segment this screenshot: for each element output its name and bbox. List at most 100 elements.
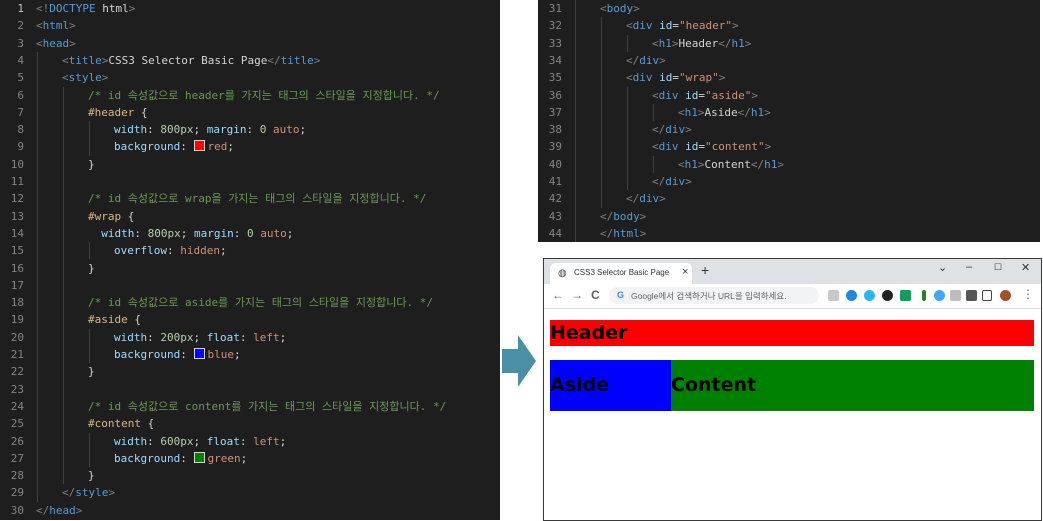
code-token: : [166, 244, 181, 258]
line-number: 25 [10, 417, 24, 431]
line-number: 14 [10, 226, 24, 240]
aside-block: Aside [550, 360, 671, 411]
code-line: 23 [0, 381, 36, 398]
browser-tab-bar: ◍ CSS3 Selector Basic Page × + ⌄ – ☐ ✕ [544, 259, 1041, 284]
code-token: > [69, 19, 76, 33]
code-text: /* id 속성값으로 wrap을 가지는 태그의 스타일을 지정합니다. */ [36, 190, 426, 207]
code-token: ; [193, 330, 207, 344]
line-number: 24 [10, 399, 24, 413]
code-text: #wrap { [36, 208, 134, 225]
code-token: </ [718, 36, 732, 50]
code-line: 29 </style> [0, 484, 115, 501]
tab-close-icon[interactable]: × [682, 266, 688, 278]
puzzle-icon[interactable] [966, 290, 977, 301]
code-token: : [246, 123, 260, 137]
code-token: ; [286, 226, 294, 240]
extension-icon[interactable] [828, 290, 839, 301]
avatar[interactable] [1000, 290, 1011, 301]
code-token: div [632, 19, 653, 33]
color-swatch-icon[interactable] [194, 451, 206, 463]
code-token: margin [206, 123, 247, 137]
side-panel-icon[interactable] [982, 290, 992, 301]
back-icon[interactable]: ← [552, 288, 564, 302]
color-swatch-icon[interactable] [194, 140, 206, 152]
line-number: 32 [548, 19, 562, 33]
indent-guide [627, 34, 628, 52]
code-token: } [88, 157, 95, 171]
code-token: "wrap" [679, 71, 719, 85]
code-text: background: red; [36, 138, 234, 155]
code-token: > [744, 36, 752, 50]
code-token: html [95, 2, 129, 15]
new-tab-button[interactable]: + [701, 263, 709, 277]
line-number: 20 [10, 330, 24, 344]
code-line: 24 /* id 속성값으로 content를 가지는 태그의 스타일을 지정합니… [0, 398, 446, 415]
code-editor-body-section[interactable]: 31 <body> 32 <div id="header"> 33 <h1>Header<… [538, 0, 1040, 242]
code-token: ; [193, 434, 207, 448]
code-text: width: 600px; float: left; [36, 433, 286, 450]
more-menu-icon[interactable]: ⋮ [1022, 287, 1034, 301]
cloud-extension-icon[interactable] [846, 290, 857, 301]
line-number: 35 [548, 71, 562, 85]
right-arrow-icon [502, 335, 536, 387]
header-block: Header [550, 320, 1034, 346]
color-swatch-icon[interactable] [194, 348, 206, 359]
code-text: } [36, 467, 95, 484]
cloud-extension-icon[interactable] [864, 290, 875, 301]
code-line: 39 <div id="content"> [538, 138, 771, 155]
code-token: < [652, 88, 659, 102]
maximize-icon[interactable]: ☐ [994, 262, 1002, 273]
code-text: <html> [36, 17, 76, 34]
code-token: Aside [704, 105, 738, 119]
code-text: </div> [574, 173, 692, 190]
code-line: 14 width: 800px; margin: 0 auto; [0, 225, 294, 242]
code-line: 10} [0, 156, 95, 173]
line-number: 9 [17, 140, 24, 154]
code-text: <div id="header"> [574, 17, 739, 34]
github-icon[interactable] [882, 290, 893, 301]
code-token: : [180, 348, 194, 361]
code-line: 3 <head> [0, 35, 76, 52]
line-number: 18 [10, 296, 24, 310]
code-token: float [206, 330, 240, 344]
code-token: h1 [684, 157, 698, 171]
code-token: Header [678, 36, 719, 50]
code-token: body [606, 2, 634, 15]
minimize-icon[interactable]: – [966, 261, 972, 273]
line-number: 34 [548, 53, 562, 67]
line-number: 8 [17, 123, 24, 137]
code-token: > [718, 71, 726, 85]
tab-search-dropdown-icon[interactable]: ⌄ [938, 261, 947, 274]
reload-icon[interactable]: C [591, 288, 600, 302]
code-text: #aside { [36, 311, 141, 328]
content-block: Content [671, 360, 1034, 411]
browser-tab[interactable]: ◍ CSS3 Selector Basic Page × [550, 263, 692, 284]
code-line: 30 </head> [0, 502, 83, 519]
code-token: h1 [658, 36, 672, 50]
address-bar[interactable]: G Google에서 검색하거나 URL을 입력하세요. [609, 287, 819, 304]
pen-extension-icon[interactable] [922, 290, 926, 301]
code-token: } [88, 261, 95, 275]
code-text: <h1>Content</h1> [574, 156, 784, 173]
code-line: 16} [0, 260, 95, 277]
extension-icon[interactable] [934, 290, 945, 301]
code-token: ; [193, 123, 207, 137]
line-number: 26 [10, 434, 24, 448]
code-token: ; [233, 348, 241, 361]
camera-icon[interactable] [950, 290, 961, 301]
code-text: <head> [36, 35, 76, 52]
code-token: > [764, 140, 772, 154]
code-line: 32 <div id="header"> [538, 17, 739, 34]
code-token: "header" [679, 19, 732, 33]
code-line: 35 <div id="wrap"> [538, 69, 726, 86]
sheets-icon[interactable] [900, 290, 911, 301]
indent-guide [89, 121, 90, 156]
code-token: : [180, 451, 194, 465]
code-editor-head-section[interactable]: 1 <!DOCTYPE html> 2 <html> 3 <head> 4 <title>CS… [0, 0, 500, 520]
close-window-icon[interactable]: ✕ [1021, 261, 1030, 274]
code-token: < [626, 19, 633, 33]
forward-icon[interactable]: → [571, 288, 583, 302]
code-token: red [207, 140, 228, 154]
indent-guide [63, 86, 64, 485]
code-token: </ [600, 209, 614, 223]
